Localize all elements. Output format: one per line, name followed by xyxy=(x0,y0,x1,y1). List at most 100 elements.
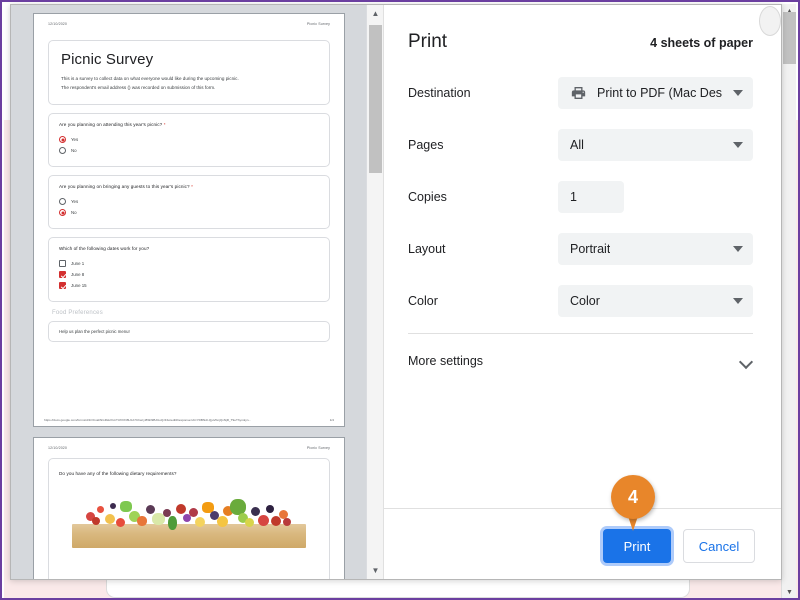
checkbox-checked-icon[interactable] xyxy=(59,271,66,279)
setting-row-destination: Destination Print to PDF (Mac Des xyxy=(408,71,753,115)
top-right-circle-decoration xyxy=(759,6,781,36)
question-2-text: Are you planning on bringing any guests … xyxy=(59,184,319,189)
option-label: No xyxy=(71,210,77,216)
form-description-line-2: The respondent's email address () was re… xyxy=(61,84,216,90)
section-subtitle: Help us plan the perfect picnic menu! xyxy=(59,329,130,335)
footer-divider xyxy=(384,508,781,509)
checkbox-checked-icon[interactable] xyxy=(59,282,66,290)
setting-row-color: Color Color xyxy=(408,279,753,323)
question-1-option-yes[interactable]: Yes xyxy=(59,136,319,144)
dialog-action-buttons: Print Cancel xyxy=(603,529,755,563)
question-2-option-no[interactable]: No xyxy=(59,209,319,217)
destination-value: Print to PDF (Mac Des xyxy=(597,86,723,100)
option-label: June 1 xyxy=(71,261,85,267)
radio-unselected-icon[interactable] xyxy=(59,198,66,206)
chevron-down-icon xyxy=(733,90,743,96)
sheets-of-paper-count: 4 sheets of paper xyxy=(650,36,753,50)
print-dialog-title: Print xyxy=(408,31,448,52)
scroll-down-arrow-icon[interactable]: ▼ xyxy=(782,585,797,598)
layout-value: Portrait xyxy=(570,242,611,256)
preview-page-2-header: 12/10/2020 Picnic Survey xyxy=(44,446,334,450)
screenshot-root: ▲ ▼ 12/10/2020 Picnic Survey Picnic Surv… xyxy=(0,0,800,600)
preview-header-date: 12/10/2020 xyxy=(48,22,67,26)
chevron-down-icon xyxy=(733,142,743,148)
print-preview-pane: 12/10/2020 Picnic Survey Picnic Survey T… xyxy=(11,5,383,579)
preview-page-1-footer: https://docs.google.com/forms/d/1OCvahNG… xyxy=(44,418,334,422)
preview-scrollbar[interactable]: ▲ ▼ xyxy=(366,5,383,579)
copies-label: Copies xyxy=(408,190,447,204)
print-settings-pane: Print 4 sheets of paper Destination Prin… xyxy=(383,5,781,579)
question-2-label: Are you planning on bringing any guests … xyxy=(59,184,190,190)
print-dialog: 12/10/2020 Picnic Survey Picnic Survey T… xyxy=(10,4,782,580)
form-title-card: Picnic Survey This is a survey to collec… xyxy=(48,40,330,106)
print-dialog-header: Print 4 sheets of paper xyxy=(384,5,781,53)
question-3-option-june-1[interactable]: June 1 xyxy=(59,260,319,268)
pages-select[interactable]: All xyxy=(558,129,753,161)
option-label: Yes xyxy=(71,137,79,143)
question-1-text: Are you planning on attending this year'… xyxy=(59,122,319,127)
color-select[interactable]: Color xyxy=(558,285,753,317)
color-label: Color xyxy=(408,294,438,308)
section-card: Help us plan the perfect picnic menu! xyxy=(48,321,330,343)
preview-page-2: 12/10/2020 Picnic Survey Do you have any… xyxy=(33,437,345,579)
chevron-down-icon xyxy=(733,298,743,304)
question-card-dietary: Do you have any of the following dietary… xyxy=(48,458,330,579)
preview-page-1: 12/10/2020 Picnic Survey Picnic Survey T… xyxy=(33,13,345,427)
option-label: No xyxy=(71,148,77,154)
question-3-text: Which of the following dates work for yo… xyxy=(59,246,319,251)
setting-row-copies: Copies 1 xyxy=(408,175,753,219)
question-card-3: Which of the following dates work for yo… xyxy=(48,237,330,303)
layout-label: Layout xyxy=(408,242,446,256)
footer-page-number: 1/4 xyxy=(329,418,334,422)
preview-page-1-header: 12/10/2020 Picnic Survey xyxy=(44,22,334,26)
question-3-option-june-15[interactable]: June 15 xyxy=(59,282,319,290)
question-2-required-mark: * xyxy=(191,184,193,190)
pages-value: All xyxy=(570,138,584,152)
setting-row-pages: Pages All xyxy=(408,123,753,167)
produce-pile xyxy=(82,496,297,531)
print-button[interactable]: Print xyxy=(603,529,671,563)
dietary-question-text: Do you have any of the following dietary… xyxy=(59,471,177,476)
question-3-label: Which of the following dates work for yo… xyxy=(59,246,150,252)
question-1-option-no[interactable]: No xyxy=(59,147,319,155)
more-settings-label: More settings xyxy=(408,354,484,368)
question-2-option-yes[interactable]: Yes xyxy=(59,198,319,206)
option-label: June 8 xyxy=(71,272,85,278)
setting-row-layout: Layout Portrait xyxy=(408,227,753,271)
question-3-option-june-8[interactable]: June 8 xyxy=(59,271,319,279)
checkbox-unchecked-icon[interactable] xyxy=(59,260,66,268)
cancel-button[interactable]: Cancel xyxy=(683,529,755,563)
pages-label: Pages xyxy=(408,138,444,152)
preview-scroll-up-arrow-icon[interactable]: ▲ xyxy=(367,5,383,22)
radio-unselected-icon[interactable] xyxy=(59,147,66,155)
chevron-down-icon xyxy=(733,246,743,252)
footer-url: https://docs.google.com/forms/d/1OCvahNG… xyxy=(44,418,252,422)
preview-scroll-down-arrow-icon[interactable]: ▼ xyxy=(367,562,383,579)
destination-select[interactable]: Print to PDF (Mac Des xyxy=(558,77,753,109)
option-label: Yes xyxy=(71,199,79,205)
form-description-line-1: This is a survey to collect data on what… xyxy=(61,76,239,81)
radio-selected-icon[interactable] xyxy=(59,136,66,144)
fruits-and-vegetables-photo xyxy=(67,488,311,550)
printer-icon xyxy=(571,87,586,99)
option-label: June 15 xyxy=(71,283,87,289)
preview-scrollbar-thumb[interactable] xyxy=(369,25,382,173)
more-settings-toggle[interactable]: More settings xyxy=(384,334,781,368)
radio-selected-icon[interactable] xyxy=(59,209,66,217)
destination-label: Destination xyxy=(408,86,471,100)
page-scrollbar-thumb[interactable] xyxy=(783,12,796,64)
preview-header-title: Picnic Survey xyxy=(306,22,330,26)
section-heading: Food Preferences xyxy=(52,310,103,317)
question-card-2: Are you planning on bringing any guests … xyxy=(48,175,330,230)
page-scrollbar[interactable]: ▲ ▼ xyxy=(781,4,797,598)
form-title: Picnic Survey xyxy=(61,51,154,68)
print-settings-list: Destination Print to PDF (Mac Des Pages xyxy=(384,53,781,334)
chevron-down-icon xyxy=(740,357,753,365)
preview-header-date: 12/10/2020 xyxy=(48,446,67,450)
print-preview-scroll-area: 12/10/2020 Picnic Survey Picnic Survey T… xyxy=(11,5,366,579)
color-value: Color xyxy=(570,294,600,308)
copies-input[interactable]: 1 xyxy=(558,181,624,213)
preview-header-title: Picnic Survey xyxy=(306,446,330,450)
question-card-1: Are you planning on attending this year'… xyxy=(48,113,330,168)
layout-select[interactable]: Portrait xyxy=(558,233,753,265)
